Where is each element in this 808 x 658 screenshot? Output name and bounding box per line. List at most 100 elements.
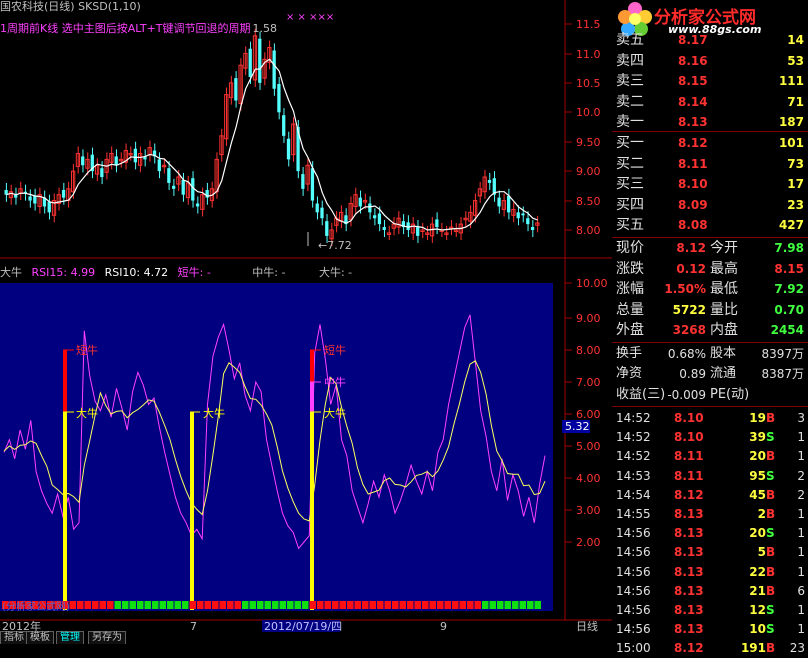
watermark: (分析家公式网) [2, 600, 70, 613]
order-label: 买四 [616, 196, 644, 213]
svg-text:9: 9 [440, 620, 447, 633]
tick-row: 14:56 8.13 12 S 1 [612, 600, 808, 620]
tick-count: 1 [797, 564, 805, 579]
price-tick-label: 10.0 [576, 106, 601, 119]
tick-volume: 21 [749, 583, 766, 598]
tick-side: S [766, 602, 775, 617]
quote-label: 涨幅 [616, 281, 644, 298]
tick-side: S [766, 526, 775, 541]
quote-label: 最高 [710, 260, 738, 277]
quote-value: 2454 [770, 323, 804, 338]
tick-price: 8.11 [674, 468, 704, 483]
price-tick-label: 9.00 [576, 165, 601, 178]
quote-value: 3268 [672, 323, 706, 338]
fund-value: 8397万 [761, 347, 804, 361]
indicator-header: 大牛 RSI15: 4.99 RSI10: 4.72 短牛: - 中牛: - 大… [0, 266, 353, 279]
tick-price: 8.12 [674, 641, 704, 656]
order-price: 8.08 [678, 218, 708, 233]
quote-label: 总量 [616, 301, 644, 318]
tab-indicator[interactable]: 指标 [0, 631, 28, 644]
tab-manage[interactable]: 管理 [56, 631, 84, 644]
fund-row: 收益(三) -0.009 PE(动) [612, 385, 808, 405]
tick-row: 14:53 8.11 95 S 2 [612, 466, 808, 486]
order-row: 卖四 8.16 53 [612, 51, 808, 71]
order-volume: 111 [778, 74, 804, 89]
signal-label-short-1: 短牛 [76, 344, 98, 357]
tab-template[interactable]: 模板 [26, 631, 54, 644]
tick-row: 14:56 8.13 10 S 1 [612, 619, 808, 639]
svg-text:2012/07/19/四: 2012/07/19/四 [264, 620, 342, 633]
tab-save-as[interactable]: 另存为 [88, 631, 126, 644]
chart-title-bar: 国农科技(日线) SKSD(1,10) [0, 0, 141, 13]
tick-side: B [766, 506, 776, 521]
tick-time: 14:56 [616, 526, 651, 541]
indicator-tick-label: 9.00 [576, 312, 601, 325]
order-label: 卖四 [616, 52, 644, 69]
tick-time: 14:53 [616, 468, 651, 483]
quote-row: 涨跌 0.12 最高 8.15 [612, 259, 808, 279]
fund-value: -0.009 [667, 387, 706, 402]
price-tick-label: 8.00 [576, 224, 601, 237]
fund-label: 收益(三) [616, 386, 666, 402]
tick-count: 23 [789, 641, 805, 656]
order-volume: 17 [787, 177, 804, 192]
order-volume: 53 [787, 53, 804, 68]
svg-text:7: 7 [190, 620, 197, 633]
signal-label-big-2: 大牛 [203, 407, 225, 420]
order-row: 卖一 8.13 187 [612, 112, 808, 132]
svg-text:日线: 日线 [576, 619, 598, 633]
order-row: 卖二 8.14 71 [612, 92, 808, 112]
quote-panel: 卖五 8.17 14 卖四 8.16 53 卖三 8.15 111 卖二 8.14 71 卖一 8.13 1… [612, 32, 808, 655]
low-label: ←7.72 [318, 239, 352, 252]
order-volume: 14 [787, 33, 804, 47]
tick-side: B [766, 564, 776, 579]
tick-count: 2 [797, 487, 805, 502]
tick-volume: 20 [749, 526, 766, 541]
price-tick-label: 8.50 [576, 195, 601, 208]
order-price: 8.15 [678, 74, 708, 89]
tick-side: B [766, 410, 776, 425]
quote-value: 0.70 [774, 302, 804, 317]
tick-side: S [766, 468, 775, 483]
quote-row: 涨幅 1.50% 最低 7.92 [612, 279, 808, 299]
tick-time: 14:54 [616, 487, 651, 502]
indicator-current-value: 5.32 [565, 420, 590, 433]
tick-time: 14:56 [616, 545, 651, 560]
tick-side: B [766, 583, 776, 598]
order-volume: 73 [787, 156, 804, 171]
tick-row: 14:56 8.13 21 B 6 [612, 581, 808, 601]
fund-label: 流通 [710, 366, 737, 382]
indicator-tick-label: 5.00 [576, 440, 601, 453]
tick-side: B [766, 449, 776, 464]
fund-value: 0.68% [667, 347, 706, 361]
tick-count: 1 [797, 430, 805, 445]
tick-row: 14:52 8.11 20 B 1 [612, 446, 808, 466]
fund-row: 净资 0.89 流通 8387万 [612, 364, 808, 384]
tick-price: 8.13 [674, 583, 704, 598]
quote-value: 8.12 [676, 241, 706, 255]
quote-label: 现价 [616, 240, 644, 256]
tick-price: 8.13 [674, 526, 704, 541]
tick-time: 14:56 [616, 564, 651, 579]
indicator-title: SKSD(1,10) [78, 0, 141, 13]
order-row: 买一 8.12 101 [612, 133, 808, 153]
chart-hint: 1周期前K线 选中主图后按ALT+T键调节回退的周期 1.58 [0, 22, 278, 35]
quote-row: 总量 5722 量比 0.70 [612, 300, 808, 320]
tick-row: 14:56 8.13 22 B 1 [612, 562, 808, 582]
quote-label: 最低 [710, 281, 738, 298]
indicator-pane[interactable]: 10.009.008.007.006.005.004.003.002.00 5.… [0, 258, 612, 621]
chart-area[interactable]: 11.5 11.0 10.5 10.0 9.50 9.00 8.50 8.00 ←7.72 1… [0, 0, 612, 643]
tick-row: 14:55 8.13 2 B 1 [612, 504, 808, 524]
quote-label: 量比 [710, 301, 738, 318]
tick-time: 14:52 [616, 449, 651, 464]
signal-label-short-2: 短牛 [324, 344, 346, 357]
indicator-tick-label: 4.00 [576, 472, 601, 485]
quote-value: 7.98 [774, 241, 804, 255]
indicator-tick-label: 10.00 [576, 277, 608, 290]
tick-count: 1 [797, 526, 805, 541]
tick-time: 14:55 [616, 506, 651, 521]
order-volume: 187 [778, 115, 804, 130]
fund-label: PE(动) [710, 386, 750, 402]
order-row: 买五 8.08 427 [612, 215, 808, 235]
tick-price: 8.10 [674, 410, 704, 425]
